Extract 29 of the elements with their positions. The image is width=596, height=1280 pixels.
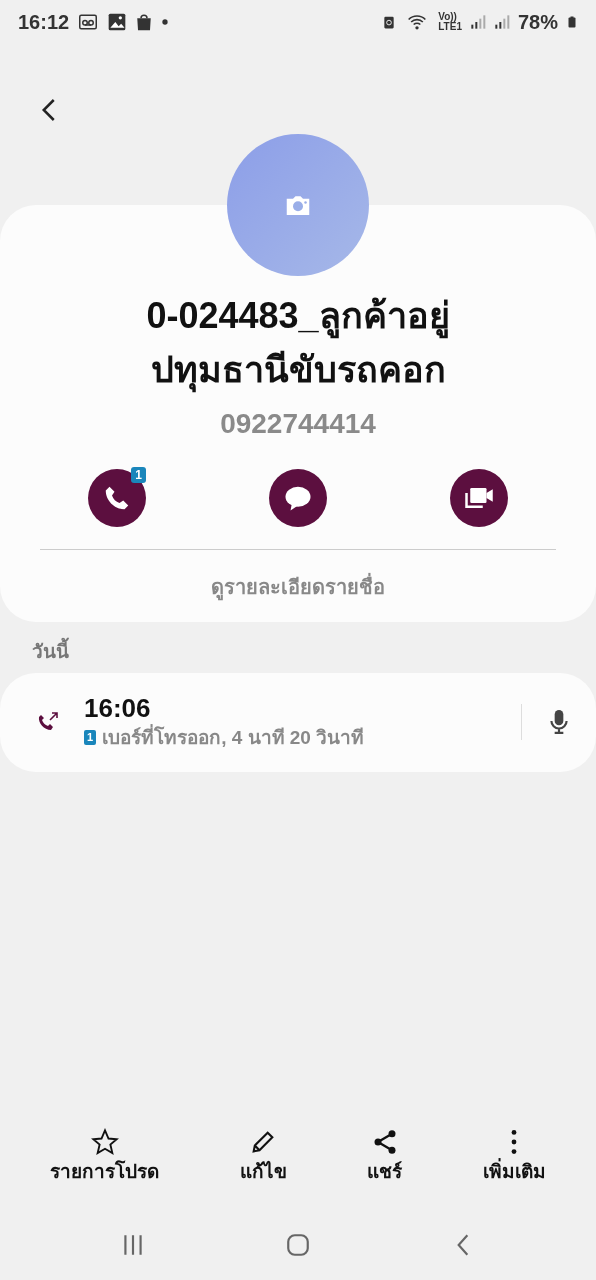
battery-level: 78% [517, 10, 558, 35]
share-button[interactable]: แชร์ [367, 1127, 403, 1186]
signal-icon [493, 12, 510, 32]
favorites-button[interactable]: รายการโปรด [50, 1127, 160, 1186]
sim-badge: 1 [131, 467, 146, 483]
shopping-bag-icon [135, 12, 154, 32]
contact-name: 0-024483_ลูกค้าอยู่ ปทุมธานีขับรถคอก [40, 289, 556, 397]
more-button[interactable]: เพิ่มเติม [482, 1127, 546, 1186]
call-time: 16:06 [84, 692, 152, 724]
star-icon [90, 1127, 119, 1156]
network-label: LTE1 [438, 22, 462, 32]
image-icon [107, 12, 128, 32]
home-button[interactable] [285, 1232, 311, 1258]
video-call-button[interactable] [450, 469, 508, 527]
phone-number: 0922744414 [219, 407, 377, 441]
call-log-row[interactable]: 16:06 1 เบอร์ที่โทรออก, 4 นาที 20 วินาที [0, 672, 596, 773]
edit-button[interactable]: แก้ไข [239, 1127, 287, 1186]
call-description: เบอร์ที่โทรออก, 4 นาที 20 วินาที [102, 723, 365, 750]
more-icon [511, 1127, 518, 1156]
message-button[interactable] [269, 469, 327, 527]
signal-icon [469, 12, 486, 32]
home-icon [285, 1232, 311, 1258]
call-button[interactable]: 1 [88, 469, 146, 527]
dot-icon [161, 18, 170, 26]
section-header: วันนี้ [32, 638, 596, 667]
volte-label: Vo)) [438, 12, 458, 22]
sim-badge: 1 [84, 730, 97, 746]
status-time: 16:12 [18, 10, 70, 35]
voicemail-icon [77, 13, 100, 31]
